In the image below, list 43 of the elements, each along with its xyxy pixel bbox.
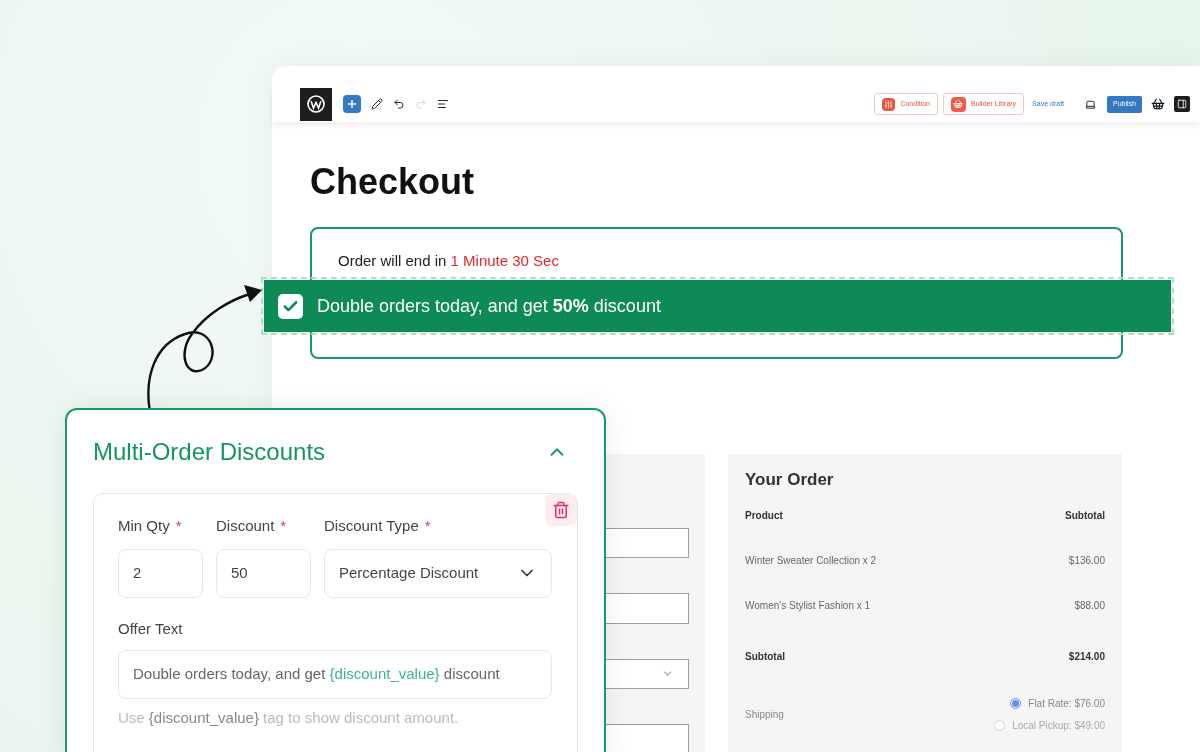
- delete-button[interactable]: [545, 494, 577, 526]
- plus-icon: [346, 98, 358, 110]
- basket-icon[interactable]: [1151, 97, 1165, 111]
- wordpress-logo[interactable]: [300, 87, 332, 121]
- hint-text: Use {discount_value} tag to show discount amount.: [118, 708, 460, 728]
- input-field[interactable]: [605, 593, 689, 624]
- subtotal-value: $214.00: [1068, 649, 1105, 664]
- select-field[interactable]: [605, 658, 689, 689]
- sliders-icon: [882, 97, 896, 111]
- shipping-label: Shipping: [745, 707, 784, 722]
- input-field[interactable]: 2: [118, 548, 203, 598]
- field-label: Min Qty *: [118, 516, 183, 536]
- field-label: Offer Text: [118, 618, 184, 639]
- column-header: Product: [745, 508, 783, 523]
- offer-text-field[interactable]: Double orders today, and get {discount_value} discount: [118, 650, 552, 699]
- product-subtotal: $88.00: [1074, 598, 1105, 613]
- subtotal-label: Subtotal: [745, 649, 785, 664]
- trash-icon: [552, 501, 570, 519]
- column-header: Subtotal: [1065, 508, 1105, 523]
- order-summary-title: Your Order: [745, 469, 835, 491]
- preview-icon[interactable]: [1085, 98, 1097, 110]
- select-field[interactable]: Percentage Discount: [324, 548, 552, 598]
- settings-toggle[interactable]: [1174, 96, 1190, 112]
- product-name: Women's Stylist Fashion x 1: [745, 598, 871, 613]
- field-label: Discount Type *: [324, 516, 432, 536]
- page-title: Checkout: [310, 162, 476, 202]
- field-label: Discount *: [216, 516, 288, 536]
- add-block-button[interactable]: [343, 95, 361, 113]
- undo-icon[interactable]: [393, 98, 405, 110]
- product-name: Winter Sweater Collection x 2: [745, 553, 877, 568]
- pen-icon[interactable]: [371, 98, 383, 110]
- input-field[interactable]: [605, 723, 689, 752]
- panel-title: Multi-Order Discounts: [93, 437, 326, 467]
- countdown-text: Order will end in 1 Minute 30 Sec: [338, 251, 560, 271]
- basket-icon: [950, 96, 966, 112]
- checkbox[interactable]: [278, 293, 303, 319]
- offer-text: Double orders today, and get 50% discount: [317, 294, 661, 318]
- shipping-option[interactable]: Flat Rate: $76.00: [1010, 695, 1105, 711]
- input-field[interactable]: [605, 528, 689, 559]
- input-field[interactable]: 50: [216, 548, 311, 598]
- sidebar-icon: [1177, 99, 1187, 109]
- list-view-icon[interactable]: [437, 98, 449, 110]
- product-subtotal: $136.00: [1068, 553, 1105, 568]
